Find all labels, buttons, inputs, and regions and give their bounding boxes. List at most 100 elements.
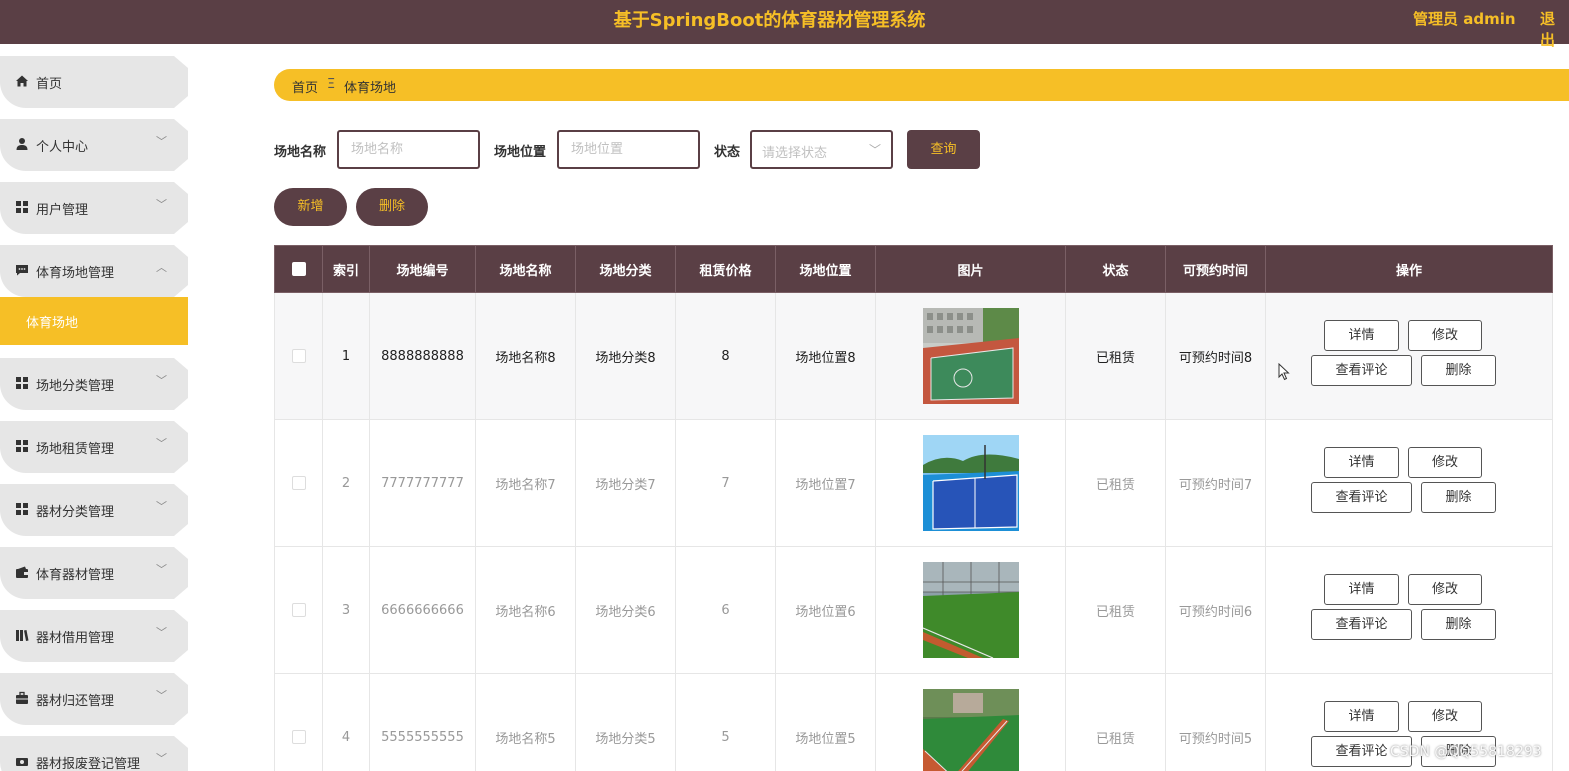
detail-button[interactable]: 详情 (1324, 574, 1399, 605)
venue-name-input[interactable] (337, 130, 480, 169)
sidebar-item-venue-rental[interactable]: 场地租赁管理 ﹀ (0, 421, 188, 473)
select-all-checkbox[interactable] (291, 262, 306, 276)
query-button[interactable]: 查询 (907, 130, 980, 169)
price-cell: 8 (675, 292, 776, 420)
delete-button[interactable]: 删除 (1421, 609, 1496, 640)
bulk-delete-button[interactable]: 删除 (356, 188, 428, 226)
delete-button[interactable]: 删除 (1421, 482, 1496, 513)
time-cell: 可预约时间6 (1165, 546, 1266, 674)
view-comments-button[interactable]: 查看评论 (1311, 482, 1412, 513)
detail-button[interactable]: 详情 (1324, 320, 1399, 351)
sidebar-item-home[interactable]: 首页 (0, 56, 188, 108)
breadcrumb: 首页 Ξ 体育场地 (274, 69, 1569, 101)
index-cell: 4 (322, 673, 370, 771)
sidebar-item-venue-category[interactable]: 场地分类管理 ﹀ (0, 358, 188, 410)
chevron-down-icon: ﹀ (156, 374, 167, 387)
edit-button[interactable]: 修改 (1408, 320, 1482, 351)
books-icon (15, 628, 29, 642)
delete-button[interactable]: 删除 (1421, 355, 1496, 386)
column-header: 场地名称 (475, 245, 576, 293)
time-cell: 可预约时间8 (1165, 292, 1266, 420)
table-row: 2 7777777777 场地名称7 场地分类7 7 场地位置7 已租赁 可预约… (274, 419, 1553, 547)
breadcrumb-home[interactable]: 首页 (292, 77, 318, 96)
wallet-icon (15, 565, 29, 579)
row-select-cell[interactable] (274, 419, 323, 547)
sidebar-item-label: 器材借用管理 (36, 631, 115, 646)
row-select-cell[interactable] (274, 673, 323, 771)
operations-cell: 详情 修改 查看评论 删除 (1265, 419, 1553, 547)
sidebar-item-user-management[interactable]: 用户管理 ﹀ (0, 182, 188, 234)
grid-icon (15, 200, 29, 214)
row-select-cell[interactable] (274, 292, 323, 420)
sidebar-item-label: 首页 (36, 77, 63, 92)
column-header: 可预约时间 (1165, 245, 1266, 293)
sidebar-item-personal-center[interactable]: 个人中心 ﹀ (0, 119, 188, 171)
select-all-cell[interactable] (274, 245, 323, 293)
venue-location-input[interactable] (557, 130, 700, 169)
detail-button[interactable]: 详情 (1324, 701, 1399, 732)
column-header: 操作 (1265, 245, 1553, 293)
grid-icon (15, 376, 29, 390)
sidebar-item-equipment-return[interactable]: 器材归还管理 ﹀ (0, 673, 188, 725)
mouse-cursor-icon (1278, 363, 1290, 381)
sidebar-item-equipment-borrow[interactable]: 器材借用管理 ﹀ (0, 610, 188, 662)
logout-link[interactable]: 退出 (1540, 8, 1569, 50)
image-cell (875, 546, 1066, 674)
category-cell: 场地分类6 (575, 546, 676, 674)
row-checkbox[interactable] (291, 603, 306, 617)
sidebar-item-equipment-scrap[interactable]: 器材报废登记管理 ﹀ (0, 736, 188, 771)
column-header: 图片 (875, 245, 1066, 293)
venue-image[interactable] (922, 435, 1019, 531)
code-cell: 6666666666 (369, 546, 476, 674)
edit-button[interactable]: 修改 (1408, 701, 1482, 732)
status-select[interactable]: 请选择状态 ﹀ (750, 130, 893, 169)
sidebar-item-label: 器材报废登记管理 (36, 757, 141, 771)
sidebar-item-label: 用户管理 (36, 203, 89, 218)
chevron-down-icon: ﹀ (156, 752, 167, 765)
venue-image[interactable] (922, 308, 1019, 404)
venue-image[interactable] (922, 689, 1019, 771)
row-checkbox[interactable] (291, 476, 306, 490)
edit-button[interactable]: 修改 (1408, 574, 1482, 605)
chevron-down-icon: ﹀ (156, 198, 167, 211)
edit-button[interactable]: 修改 (1408, 447, 1482, 478)
table-row: 1 8888888888 场地名称8 场地分类8 8 场地位置8 已租赁 可预约… (274, 292, 1553, 420)
sidebar-item-label: 器材归还管理 (36, 694, 115, 709)
status-cell: 已租赁 (1065, 419, 1166, 547)
sidebar-item-label: 场地分类管理 (36, 379, 115, 394)
sidebar-item-label: 个人中心 (36, 140, 89, 155)
sidebar-subitem-venue[interactable]: 体育场地 (0, 297, 188, 345)
operations-cell: 详情 修改 查看评论 删除 (1265, 292, 1553, 420)
home-icon (15, 74, 29, 88)
sidebar-item-equipment-management[interactable]: 体育器材管理 ﹀ (0, 547, 188, 599)
operations-cell: 详情 修改 查看评论 删除 (1265, 546, 1553, 674)
admin-label[interactable]: 管理员 admin (1413, 8, 1516, 29)
index-cell: 3 (322, 546, 370, 674)
image-cell (875, 292, 1066, 420)
status-select-value: 请选择状态 (762, 146, 828, 161)
app-title: 基于SpringBoot的体育器材管理系统 (613, 10, 926, 31)
sidebar-item-equipment-category[interactable]: 器材分类管理 ﹀ (0, 484, 188, 536)
row-checkbox[interactable] (291, 349, 306, 363)
venue-image[interactable] (922, 562, 1019, 658)
view-comments-button[interactable]: 查看评论 (1311, 609, 1412, 640)
status-label: 状态 (714, 145, 741, 160)
row-checkbox[interactable] (291, 730, 306, 744)
status-cell: 已租赁 (1065, 546, 1166, 674)
category-cell: 场地分类5 (575, 673, 676, 771)
index-cell: 1 (322, 292, 370, 420)
breadcrumb-current: 体育场地 (344, 81, 397, 96)
sidebar-item-venue-management[interactable]: 体育场地管理 ︿ (0, 245, 188, 297)
detail-button[interactable]: 详情 (1324, 447, 1399, 478)
money-icon (15, 754, 29, 768)
grid-icon (15, 502, 29, 516)
chevron-down-icon: ﹀ (156, 135, 167, 148)
add-button[interactable]: 新增 (274, 188, 347, 226)
row-select-cell[interactable] (274, 546, 323, 674)
chevron-down-icon: ﹀ (156, 563, 167, 576)
time-cell: 可预约时间7 (1165, 419, 1266, 547)
image-cell (875, 673, 1066, 771)
time-cell: 可预约时间5 (1165, 673, 1266, 771)
message-icon (15, 263, 29, 277)
view-comments-button[interactable]: 查看评论 (1311, 355, 1412, 386)
